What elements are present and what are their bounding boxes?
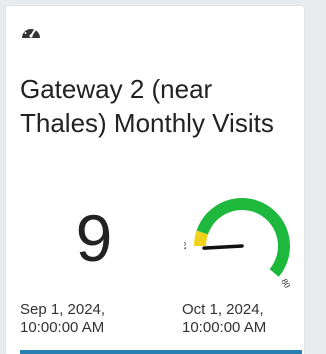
gauge-band-1 bbox=[196, 198, 290, 277]
gauge-needle bbox=[202, 244, 244, 250]
visits-card: Gateway 2 (near Thales) Monthly Visits 9… bbox=[6, 6, 304, 354]
current-value: 9 bbox=[75, 201, 113, 275]
gauge-max-label: 80 bbox=[279, 277, 292, 290]
gauge-icon bbox=[22, 26, 40, 38]
start-date: Sep 1, 2024, 10:00:00 AM bbox=[20, 301, 106, 336]
card-title: Gateway 2 (near Thales) Monthly Visits bbox=[20, 74, 274, 138]
end-date: Oct 1, 2024, 10:00:00 AM bbox=[182, 301, 267, 336]
gauge-min-label: 10 bbox=[184, 241, 188, 251]
gauge-chart: 10 80 bbox=[184, 198, 293, 290]
card-bottom-bar bbox=[20, 350, 302, 354]
